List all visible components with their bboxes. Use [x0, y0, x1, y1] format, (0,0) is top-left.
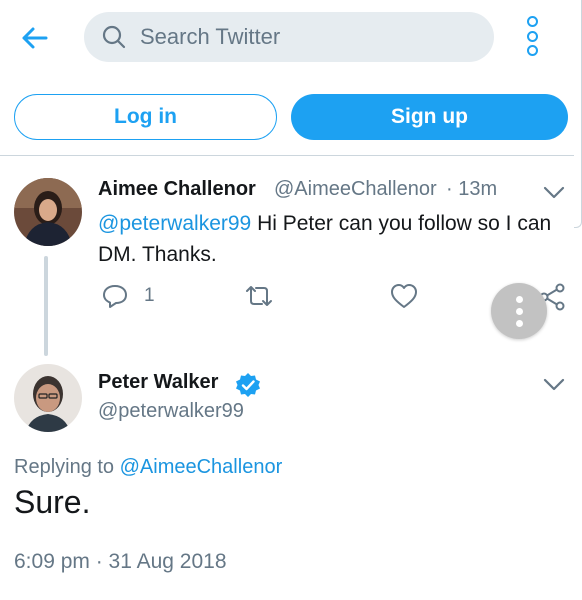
scrollbar[interactable]	[574, 0, 582, 228]
retweet-icon	[246, 286, 272, 306]
back-arrow-icon	[22, 27, 48, 49]
thread-line	[44, 256, 48, 356]
avatar[interactable]	[14, 364, 82, 432]
reply-button[interactable]: 1	[102, 283, 155, 309]
auth-buttons: Log in Sign up	[0, 94, 582, 140]
search-icon	[102, 25, 126, 49]
chevron-down-icon[interactable]	[542, 372, 566, 396]
more-options-icon[interactable]	[520, 16, 544, 56]
signup-button[interactable]: Sign up	[291, 94, 568, 140]
reply-icon	[103, 285, 127, 308]
login-button[interactable]: Log in	[14, 94, 277, 140]
search-box[interactable]	[84, 12, 494, 62]
tweet-author-handle[interactable]: @AimeeChallenor	[274, 178, 440, 201]
tweet-text: @peterwalker99 Hi Peter can you follow s…	[98, 208, 558, 270]
top-bar	[0, 0, 582, 76]
tweet-author-handle[interactable]: @peterwalker99	[98, 400, 244, 423]
verified-icon	[236, 373, 260, 397]
retweet-button[interactable]	[244, 283, 274, 309]
avatar[interactable]	[14, 178, 82, 246]
tweet-text: Sure.	[14, 484, 91, 520]
mention-link[interactable]: @peterwalker99	[98, 212, 251, 235]
tweet-author-name[interactable]: Aimee Challenor	[98, 178, 256, 201]
like-icon	[391, 284, 417, 308]
replying-to: Replying to @AimeeChallenor	[14, 456, 282, 479]
like-button[interactable]	[390, 283, 418, 309]
floating-more-button[interactable]	[491, 283, 547, 339]
replying-prefix: Replying to	[14, 456, 120, 478]
replying-to-link[interactable]: @AimeeChallenor	[120, 456, 283, 478]
search-input[interactable]	[140, 24, 470, 50]
chevron-down-icon[interactable]	[542, 180, 566, 204]
tweet-time[interactable]: · 13m	[446, 178, 497, 201]
divider	[0, 155, 574, 156]
back-button[interactable]	[16, 20, 52, 56]
reply-count: 1	[144, 285, 155, 306]
tweet-author-name[interactable]: Peter Walker	[98, 371, 218, 394]
fab-more-icon	[515, 295, 523, 303]
tweet-timestamp[interactable]: 6:09 pm · 31 Aug 2018	[14, 550, 227, 574]
